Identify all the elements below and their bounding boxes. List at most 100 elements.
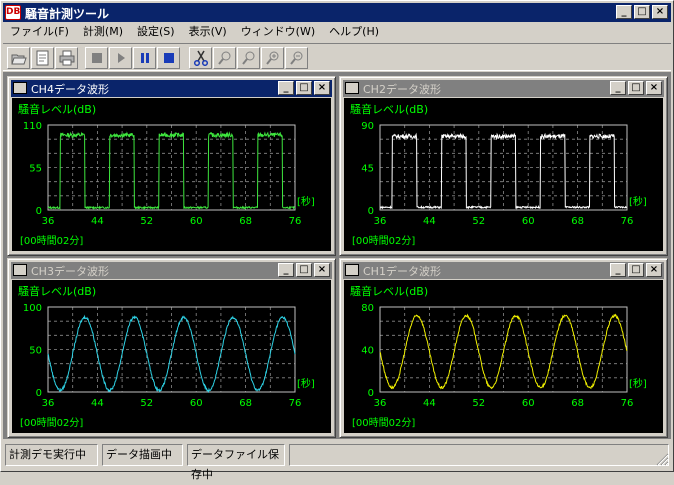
zoom-out-button[interactable] bbox=[285, 47, 308, 69]
ch3-window-title: CH3データ波形 bbox=[31, 265, 109, 278]
pause-button[interactable] bbox=[133, 47, 156, 69]
x-tick-label: 68 bbox=[571, 216, 584, 227]
mdi-client-area: CH4データ波形 _ □ × 騒音レベル(dB) 0 55 110 36 44 52 60 68… bbox=[3, 72, 671, 439]
x-tick-label: 52 bbox=[472, 216, 485, 227]
ch1-minimize-button[interactable]: _ bbox=[610, 263, 626, 277]
zoom-in-icon bbox=[265, 51, 278, 65]
elapsed-time-label: [00時間02分] bbox=[20, 417, 83, 429]
pause-icon bbox=[140, 53, 149, 63]
x-tick-label: 52 bbox=[140, 216, 153, 227]
ch3-plot-area[interactable]: 騒音レベル(dB) 0 50 100 36 44 52 60 68 76 [秒] [00時間02分] bbox=[12, 280, 331, 433]
menu-settings[interactable]: 設定(S) bbox=[130, 23, 182, 41]
toolbar bbox=[3, 43, 671, 71]
y-axis-label: 騒音レベル(dB) bbox=[18, 284, 96, 298]
x-tick-label: 36 bbox=[42, 398, 55, 409]
ch1-waveform-chart: 騒音レベル(dB)0408036 44 52 60 68 76[秒][00時間02分] bbox=[350, 284, 647, 429]
x-tick-label: 68 bbox=[239, 216, 252, 227]
y-tick-label: 110 bbox=[23, 121, 42, 132]
ch2-close-button[interactable]: × bbox=[646, 81, 662, 95]
record-button[interactable] bbox=[85, 47, 108, 69]
grid-lines bbox=[48, 307, 295, 392]
main-window: DB 騒音計測ツール _ □ × ファイル(F) 計測(M) 設定(S) 表示(… bbox=[0, 0, 674, 481]
elapsed-time-label: [00時間02分] bbox=[20, 235, 83, 247]
x-tick-label: 60 bbox=[190, 398, 203, 409]
open-button[interactable] bbox=[7, 47, 30, 69]
title-bar[interactable]: DB 騒音計測ツール _ □ × bbox=[3, 3, 671, 22]
ch1-window-titlebar[interactable]: CH1データ波形 _ □ × bbox=[343, 262, 664, 279]
ch2-maximize-button[interactable]: □ bbox=[628, 81, 644, 95]
y-axis-label: 騒音レベル(dB) bbox=[350, 102, 428, 116]
ch2-window-titlebar[interactable]: CH2データ波形 _ □ × bbox=[343, 80, 664, 97]
x-tick-label: 36 bbox=[374, 216, 387, 227]
y-axis-label: 騒音レベル(dB) bbox=[18, 102, 96, 116]
waveform-window-icon[interactable] bbox=[13, 82, 27, 94]
status-saving: データファイル保存中 bbox=[187, 444, 285, 481]
ch1-waveform-window[interactable]: CH1データ波形 _ □ × 騒音レベル(dB) 0 40 80 36 44 52 60 68 7… bbox=[339, 258, 668, 438]
ch3-waveform-window[interactable]: CH3データ波形 _ □ × 騒音レベル(dB) 0 50 100 36 44 52 60 68… bbox=[7, 258, 336, 438]
menu-measure[interactable]: 計測(M) bbox=[76, 23, 130, 41]
x-axis-unit: [秒] bbox=[629, 195, 647, 208]
x-tick-label: 60 bbox=[522, 398, 535, 409]
x-tick-label: 36 bbox=[42, 216, 55, 227]
x-axis-unit: [秒] bbox=[297, 195, 315, 208]
ch3-waveform-chart: 騒音レベル(dB)05010036 44 52 60 68 76[秒][00時間02分] bbox=[18, 284, 315, 429]
ch4-window-titlebar[interactable]: CH4データ波形 _ □ × bbox=[11, 80, 332, 97]
play-icon bbox=[117, 53, 125, 63]
ch2-window-title: CH2データ波形 bbox=[363, 83, 441, 96]
zoom-x-button[interactable] bbox=[213, 47, 236, 69]
ch4-waveform-window[interactable]: CH4データ波形 _ □ × 騒音レベル(dB) 0 55 110 36 44 52 60 68… bbox=[7, 76, 336, 256]
elapsed-time-label: [00時間02分] bbox=[352, 235, 415, 247]
x-tick-label: 52 bbox=[472, 398, 485, 409]
ch2-plot-area[interactable]: 騒音レベル(dB) 0 45 90 36 44 52 60 68 76 [秒] [00時間02分] bbox=[344, 98, 663, 251]
ch2-waveform-chart: 騒音レベル(dB)0459036 44 52 60 68 76[秒][00時間02分] bbox=[350, 102, 647, 247]
ch1-plot-area[interactable]: 騒音レベル(dB) 0 40 80 36 44 52 60 68 76 [秒] [00時間02分] bbox=[344, 280, 663, 433]
print-icon bbox=[59, 50, 74, 66]
ch2-minimize-button[interactable]: _ bbox=[610, 81, 626, 95]
ch3-maximize-button[interactable]: □ bbox=[296, 263, 312, 277]
x-tick-label: 76 bbox=[621, 398, 634, 409]
print-button[interactable] bbox=[55, 47, 78, 69]
resize-grip-icon[interactable] bbox=[656, 453, 669, 466]
x-tick-label: 44 bbox=[91, 216, 104, 227]
close-button[interactable]: × bbox=[652, 5, 668, 19]
menu-window[interactable]: ウィンドウ(W) bbox=[234, 23, 322, 41]
menu-view[interactable]: 表示(V) bbox=[182, 23, 234, 41]
ch4-minimize-button[interactable]: _ bbox=[278, 81, 294, 95]
zoom-y-icon bbox=[241, 51, 254, 65]
stop-button[interactable] bbox=[157, 47, 180, 69]
menu-help[interactable]: ヘルプ(H) bbox=[322, 23, 386, 41]
waveform-window-icon[interactable] bbox=[13, 264, 27, 276]
zoom-out-icon bbox=[289, 51, 302, 65]
ch3-window-titlebar[interactable]: CH3データ波形 _ □ × bbox=[11, 262, 332, 279]
x-tick-label: 52 bbox=[140, 398, 153, 409]
x-tick-label: 60 bbox=[190, 216, 203, 227]
waveform-window-icon[interactable] bbox=[345, 264, 359, 276]
x-tick-label: 76 bbox=[289, 398, 302, 409]
y-tick-label: 55 bbox=[29, 164, 42, 175]
ch4-waveform-chart: 騒音レベル(dB)05511036 44 52 60 68 76[秒][00時間02分] bbox=[18, 102, 315, 247]
ch1-maximize-button[interactable]: □ bbox=[628, 263, 644, 277]
ch4-close-button[interactable]: × bbox=[314, 81, 330, 95]
ch3-close-button[interactable]: × bbox=[314, 263, 330, 277]
maximize-button[interactable]: □ bbox=[634, 5, 650, 19]
minimize-button[interactable]: _ bbox=[616, 5, 632, 19]
status-empty-pane bbox=[289, 444, 669, 466]
zoom-y-button[interactable] bbox=[237, 47, 260, 69]
cut-button[interactable] bbox=[189, 47, 212, 69]
menu-file[interactable]: ファイル(F) bbox=[3, 23, 76, 41]
play-button[interactable] bbox=[109, 47, 132, 69]
x-axis-unit: [秒] bbox=[629, 377, 647, 390]
menu-bar: ファイル(F) 計測(M) 設定(S) 表示(V) ウィンドウ(W) ヘルプ(H… bbox=[3, 22, 671, 42]
ch2-waveform-window[interactable]: CH2データ波形 _ □ × 騒音レベル(dB) 0 45 90 36 44 52 60 68 7… bbox=[339, 76, 668, 256]
y-tick-label: 90 bbox=[361, 121, 374, 132]
x-axis-unit: [秒] bbox=[297, 377, 315, 390]
zoom-in-button[interactable] bbox=[261, 47, 284, 69]
ch4-maximize-button[interactable]: □ bbox=[296, 81, 312, 95]
ch1-close-button[interactable]: × bbox=[646, 263, 662, 277]
export-csv-button[interactable] bbox=[31, 47, 54, 69]
status-measurement: 計測デモ実行中 bbox=[5, 444, 98, 466]
ch4-plot-area[interactable]: 騒音レベル(dB) 0 55 110 36 44 52 60 68 76 [秒] [00時間02分] bbox=[12, 98, 331, 251]
app-icon[interactable]: DB bbox=[5, 5, 21, 20]
ch3-minimize-button[interactable]: _ bbox=[278, 263, 294, 277]
waveform-window-icon[interactable] bbox=[345, 82, 359, 94]
